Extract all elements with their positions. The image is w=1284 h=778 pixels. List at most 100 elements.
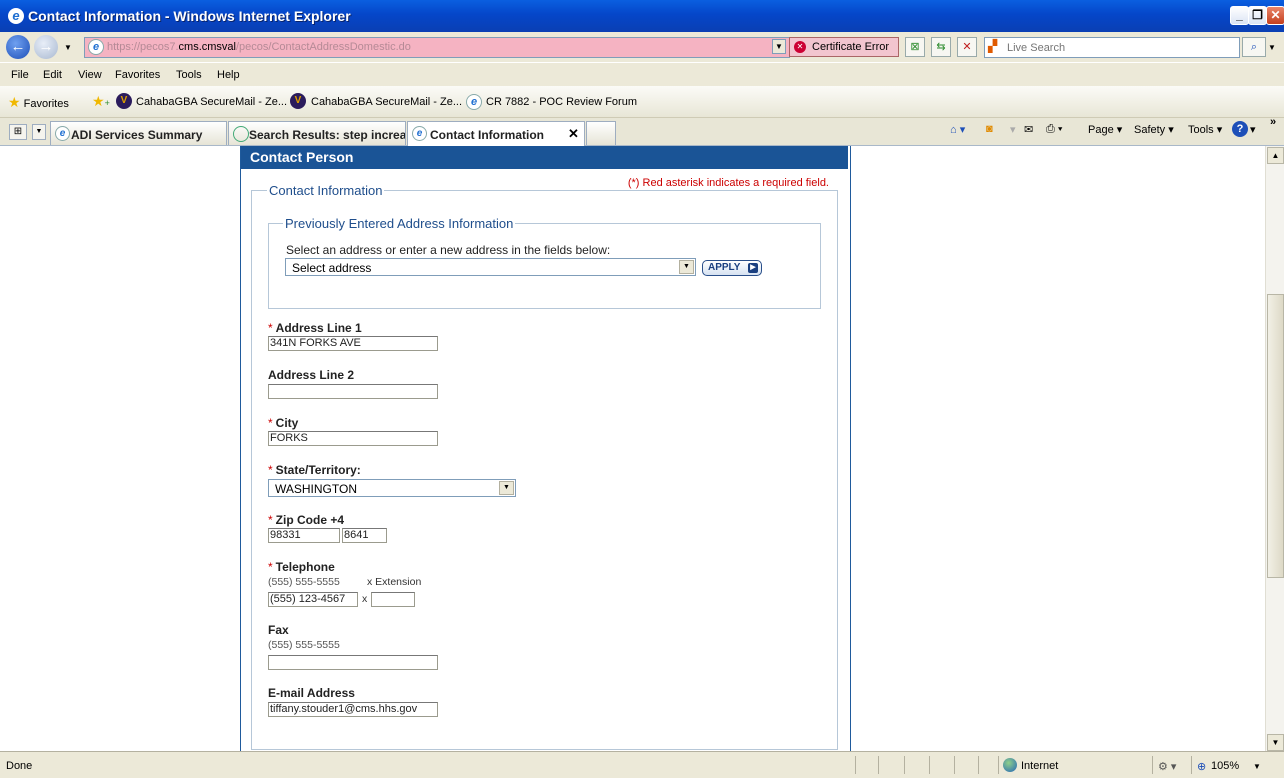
extension-input[interactable] (371, 592, 415, 607)
help-icon[interactable]: ? (1232, 121, 1248, 137)
recent-pages-dropdown-icon[interactable]: ▼ (64, 43, 72, 52)
live-search-input[interactable] (1005, 39, 1237, 56)
ie-logo-icon: e (8, 8, 24, 24)
feeds-icon[interactable]: ◙ (986, 123, 993, 135)
safety-menu[interactable]: Safety ▾ (1134, 123, 1174, 136)
quick-tabs-icon[interactable]: ⊞ (9, 124, 27, 140)
required-field-note: (*) Red asterisk indicates a required fi… (627, 177, 829, 189)
vertical-scrollbar[interactable]: ▲ ▼ (1265, 146, 1284, 751)
scroll-thumb[interactable] (1267, 294, 1284, 578)
favorite-link-2[interactable]: CahabaGBA SecureMail - Ze... (311, 96, 462, 108)
arrow-right-icon: ▶ (748, 263, 758, 273)
favorite-link-1[interactable]: CahabaGBA SecureMail - Ze... (136, 96, 287, 108)
extension-hint: x Extension (367, 576, 422, 588)
contact-information-legend: Contact Information (267, 183, 385, 198)
telephone-input[interactable]: (555) 123-4567 (268, 592, 358, 607)
state-select[interactable]: WASHINGTON ▼ (268, 479, 516, 497)
certificate-error-button[interactable]: ✕ Certificate Error (789, 37, 899, 57)
telephone-label: * Telephone (268, 560, 335, 574)
required-asterisk: * (268, 513, 273, 527)
required-asterisk: * (268, 416, 273, 430)
chevron-more-icon[interactable]: » (1270, 116, 1276, 128)
favorite-link-3[interactable]: CR 7882 - POC Review Forum (486, 96, 637, 108)
print-icon[interactable]: ⎙ ▾ (1046, 123, 1062, 136)
compatibility-view-icon[interactable]: ⊠ (905, 37, 925, 57)
zip-label: * Zip Code +4 (268, 513, 345, 527)
menu-edit[interactable]: Edit (43, 69, 62, 81)
menu-view[interactable]: View (78, 69, 102, 81)
zip-input[interactable]: 98331 (268, 528, 340, 543)
address-field[interactable]: e https://pecos7.cms.cmsval/pecos/Contac… (84, 37, 790, 58)
close-tab-icon[interactable]: ✕ (568, 126, 579, 142)
favorites-star-icon: ★ (8, 94, 21, 110)
back-button[interactable]: ← (6, 35, 30, 59)
menu-tools[interactable]: Tools (176, 69, 202, 81)
zoom-dropdown-icon[interactable]: ▼ (1253, 762, 1261, 771)
panel-title: Contact Person (250, 149, 354, 165)
menu-help[interactable]: Help (217, 69, 240, 81)
tab-label: Search Results: step increas... (249, 128, 406, 142)
page-content: Contact Person (*) Red asterisk indicate… (0, 146, 1265, 751)
menu-file[interactable]: File (11, 69, 29, 81)
fax-format-hint: (555) 555-5555 (268, 639, 340, 651)
favorites-label: Favorites (23, 98, 69, 110)
refresh-icon[interactable]: ⇆ (931, 37, 951, 57)
address-dropdown-icon[interactable]: ▼ (772, 39, 786, 54)
tab-search-results[interactable]: Search Results: step increas... (228, 121, 406, 145)
feeds-dropdown-icon[interactable]: ▾ (1010, 123, 1016, 136)
required-asterisk: * (268, 560, 273, 574)
apply-button[interactable]: APPLY ▶ (702, 260, 762, 276)
extension-separator: x (362, 593, 368, 605)
menu-favorites[interactable]: Favorites (115, 69, 160, 81)
help-dropdown-icon[interactable]: ▾ (1250, 123, 1256, 136)
tab-adi-services-summary[interactable]: e ADI Services Summary (50, 121, 227, 145)
window-title-bar: e Contact Information - Windows Internet… (0, 0, 1284, 32)
favorites-button[interactable]: ★ Favorites (8, 94, 69, 111)
forward-button[interactable]: → (34, 35, 58, 59)
scroll-down-icon[interactable]: ▼ (1267, 734, 1284, 751)
page-ie-icon: e (412, 126, 427, 141)
minimize-button[interactable]: _ (1230, 6, 1249, 25)
read-mail-icon[interactable]: ✉ (1024, 123, 1033, 136)
certificate-error-label: Certificate Error (812, 41, 890, 53)
window-title: Contact Information - Windows Internet E… (28, 8, 351, 24)
address-select[interactable]: Select address ▼ (285, 258, 696, 276)
zip4-input[interactable]: 8641 (342, 528, 387, 543)
scroll-up-icon[interactable]: ▲ (1267, 147, 1284, 164)
zoom-icon[interactable]: ⊕ (1197, 760, 1206, 773)
page-ie-icon: e (466, 94, 482, 110)
loading-circle-icon (233, 126, 249, 142)
add-favorite-icon[interactable]: ★+ (92, 93, 110, 110)
tools-menu[interactable]: Tools ▾ (1188, 123, 1222, 136)
cahaba-logo-icon: V (116, 93, 132, 109)
search-options-dropdown-icon[interactable]: ▼ (1268, 43, 1276, 52)
cahaba-logo-icon: V (290, 93, 306, 109)
protected-mode-icon[interactable]: ⚙ ▾ (1158, 760, 1176, 773)
live-search-box[interactable]: ▞ (984, 37, 1240, 58)
address1-input[interactable]: 341N FORKS AVE (268, 336, 438, 351)
menu-bar: File Edit View Favorites Tools Help (0, 62, 1284, 86)
search-icon[interactable]: ⌕ (1242, 37, 1266, 57)
address1-label: * Address Line 1 (268, 321, 362, 335)
address-select-value: Select address (292, 261, 372, 275)
restore-button[interactable]: ❐ (1248, 6, 1267, 25)
home-icon[interactable]: ⌂ ▾ (950, 123, 965, 136)
required-asterisk: * (268, 463, 273, 477)
fax-input[interactable] (268, 655, 438, 670)
city-label: * City (268, 416, 299, 430)
tab-list-dropdown-icon[interactable]: ▼ (32, 124, 46, 140)
required-asterisk: * (268, 321, 273, 335)
close-window-button[interactable]: ✕ (1266, 6, 1284, 25)
telephone-format-hint: (555) 555-5555 (268, 576, 340, 588)
address2-input[interactable] (268, 384, 438, 399)
state-select-value: WASHINGTON (275, 482, 358, 496)
status-bar: Done Internet ⚙ ▾ ⊕ 105% ▼ (0, 751, 1284, 778)
stop-icon[interactable]: ✕ (957, 37, 977, 57)
city-input[interactable]: FORKS (268, 431, 438, 446)
email-input[interactable]: tiffany.stouder1@cms.hhs.gov (268, 702, 438, 717)
new-tab-button[interactable] (586, 121, 616, 145)
page-menu[interactable]: Page ▾ (1088, 123, 1122, 136)
tab-contact-information[interactable]: e Contact Information ✕ (407, 121, 585, 146)
url-prefix: https://pecos7. (107, 41, 179, 53)
zoom-level[interactable]: 105% (1211, 760, 1239, 772)
